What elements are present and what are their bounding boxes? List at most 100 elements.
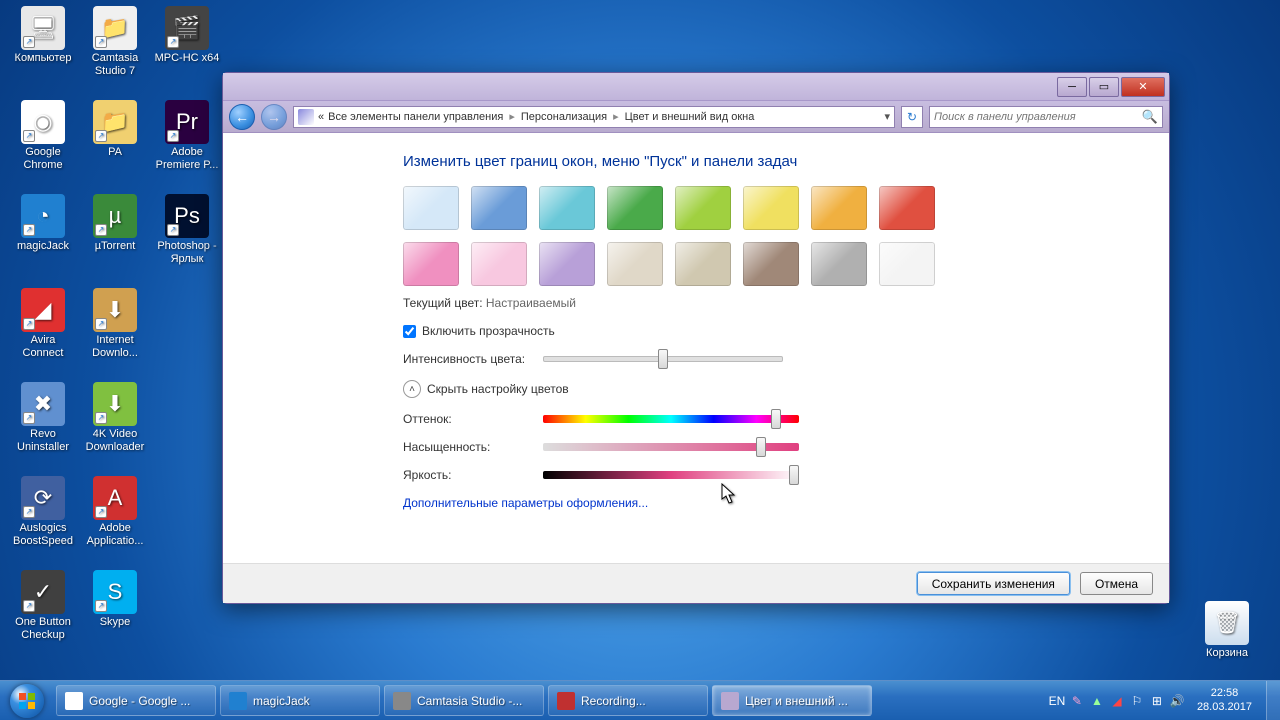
color-swatch[interactable] — [471, 242, 527, 286]
shortcut-overlay-icon: ↗ — [23, 506, 35, 518]
color-swatch[interactable] — [743, 186, 799, 230]
window-titlebar[interactable]: ─ ▭ ✕ — [223, 73, 1169, 101]
slider-thumb[interactable] — [756, 437, 766, 457]
shortcut-overlay-icon: ↗ — [23, 224, 35, 236]
desktop-icon[interactable]: ⬇↗Internet Downlo... — [82, 288, 148, 359]
breadcrumb-item[interactable]: Цвет и внешний вид окна — [625, 111, 755, 123]
tray-flag-icon[interactable]: ⚐ — [1129, 693, 1145, 709]
system-tray: EN ✎ ▲ ◢ ⚐ ⊞ 🔊 22:58 28.03.2017 — [1043, 681, 1266, 720]
desktop-icon[interactable]: S↗Skype — [82, 570, 148, 629]
color-swatch[interactable] — [879, 186, 935, 230]
taskbar-button[interactable]: Google - Google ... — [56, 685, 216, 716]
minimize-button[interactable]: ─ — [1057, 77, 1087, 97]
forward-button[interactable]: → — [261, 104, 287, 130]
color-mixer-toggle[interactable]: ˄ Скрыть настройку цветов — [403, 380, 1141, 398]
lightness-slider[interactable] — [543, 471, 799, 479]
tray-avira-icon[interactable]: ◢ — [1109, 693, 1125, 709]
show-desktop-button[interactable] — [1266, 681, 1280, 720]
transparency-row[interactable]: Включить прозрачность — [403, 324, 1141, 338]
lightness-row: Яркость: — [403, 468, 1141, 482]
address-bar[interactable]: « Все элементы панели управления ▸ Персо… — [293, 106, 895, 128]
current-color-label: Текущий цвет: — [403, 296, 483, 310]
tray-icon[interactable]: ✎ — [1069, 693, 1085, 709]
desktop-icon-label: Корзина — [1194, 647, 1260, 660]
advanced-appearance-link[interactable]: Дополнительные параметры оформления... — [403, 496, 1141, 510]
shortcut-overlay-icon: ↗ — [95, 600, 107, 612]
address-dropdown-icon[interactable]: ▾ — [884, 110, 890, 123]
refresh-button[interactable]: ↻ — [901, 106, 923, 128]
tray-clock[interactable]: 22:58 28.03.2017 — [1189, 687, 1260, 713]
transparency-label: Включить прозрачность — [422, 324, 555, 338]
current-color: Текущий цвет: Настраиваемый — [403, 296, 1141, 310]
color-swatch[interactable] — [811, 186, 867, 230]
back-button[interactable]: ← — [229, 104, 255, 130]
slider-thumb[interactable] — [771, 409, 781, 429]
desktop-icon[interactable]: ◢↗Avira Connect — [10, 288, 76, 359]
desktop-icon[interactable]: 📁↗PA — [82, 100, 148, 159]
color-swatch[interactable] — [539, 186, 595, 230]
desktop-icon[interactable]: ⟳↗Auslogics BoostSpeed — [10, 476, 76, 547]
desktop-icon[interactable]: 📁↗Camtasia Studio 7 — [82, 6, 148, 77]
shortcut-overlay-icon: ↗ — [167, 130, 179, 142]
close-button[interactable]: ✕ — [1121, 77, 1165, 97]
cancel-button[interactable]: Отмена — [1080, 572, 1153, 595]
search-icon[interactable]: 🔍 — [1142, 109, 1158, 125]
shortcut-overlay-icon: ↗ — [23, 600, 35, 612]
color-swatch[interactable] — [743, 242, 799, 286]
desktop-icon[interactable]: ⬇↗4K Video Downloader — [82, 382, 148, 453]
color-swatch[interactable] — [675, 186, 731, 230]
color-swatch[interactable] — [471, 186, 527, 230]
tray-volume-icon[interactable]: 🔊 — [1169, 693, 1185, 709]
desktop-icon[interactable]: Pr↗Adobe Premiere P... — [154, 100, 220, 171]
app-icon: ⟳↗ — [21, 476, 65, 520]
slider-thumb[interactable] — [789, 465, 799, 485]
desktop-icon[interactable]: ✓↗One Button Checkup — [10, 570, 76, 641]
tray-icon[interactable]: ▲ — [1089, 693, 1105, 709]
start-button[interactable] — [0, 681, 54, 720]
color-swatch[interactable] — [607, 186, 663, 230]
desktop-icon[interactable]: µ↗µTorrent — [82, 194, 148, 253]
desktop-icon[interactable]: ◉↗Google Chrome — [10, 100, 76, 171]
tray-lang[interactable]: EN — [1049, 693, 1065, 709]
maximize-button[interactable]: ▭ — [1089, 77, 1119, 97]
search-input[interactable] — [934, 111, 1142, 123]
color-swatch[interactable] — [811, 242, 867, 286]
tray-network-icon[interactable]: ⊞ — [1149, 693, 1165, 709]
desktop-icon-label: MPC-HC x64 — [154, 52, 220, 65]
taskbar-button-label: Camtasia Studio -... — [417, 694, 522, 708]
taskbar-button[interactable]: Camtasia Studio -... — [384, 685, 544, 716]
window-body: Изменить цвет границ окон, меню "Пуск" и… — [223, 133, 1169, 563]
hue-slider[interactable] — [543, 415, 799, 423]
color-swatch[interactable] — [675, 242, 731, 286]
intensity-slider[interactable] — [543, 356, 783, 362]
desktop-icon[interactable]: 🎬↗MPC-HC x64 — [154, 6, 220, 65]
color-swatch[interactable] — [403, 186, 459, 230]
save-button[interactable]: Сохранить изменения — [917, 572, 1070, 595]
transparency-checkbox[interactable] — [403, 325, 416, 338]
desktop-icon[interactable]: A↗Adobe Applicatio... — [82, 476, 148, 547]
desktop-icon-label: Adobe Applicatio... — [82, 522, 148, 547]
app-icon: 📁↗ — [93, 6, 137, 50]
desktop-icon-label: 4K Video Downloader — [82, 428, 148, 453]
desktop-icon-recycle-bin[interactable]: 🗑 Корзина — [1194, 601, 1260, 660]
app-icon: 📁↗ — [93, 100, 137, 144]
color-swatch[interactable] — [607, 242, 663, 286]
color-swatch[interactable] — [403, 242, 459, 286]
slider-thumb[interactable] — [658, 349, 668, 369]
color-swatch[interactable] — [879, 242, 935, 286]
shortcut-overlay-icon: ↗ — [23, 318, 35, 330]
desktop-icon[interactable]: ◔↗magicJack — [10, 194, 76, 253]
desktop-icon[interactable]: 🖥↗Компьютер — [10, 6, 76, 65]
search-box[interactable]: 🔍 — [929, 106, 1163, 128]
taskbar-button-label: Recording... — [581, 694, 646, 708]
saturation-slider[interactable] — [543, 443, 799, 451]
desktop-icon[interactable]: ✖↗Revo Uninstaller — [10, 382, 76, 453]
desktop-icon[interactable]: Ps↗Photoshop - Ярлык — [154, 194, 220, 265]
breadcrumb-item[interactable]: Все элементы панели управления — [328, 111, 503, 123]
taskbar-button[interactable]: Цвет и внешний ... — [712, 685, 872, 716]
taskbar-button[interactable]: Recording... — [548, 685, 708, 716]
taskbar-button[interactable]: magicJack — [220, 685, 380, 716]
desktop-icon-label: Skype — [82, 616, 148, 629]
breadcrumb-item[interactable]: Персонализация — [521, 111, 607, 123]
color-swatch[interactable] — [539, 242, 595, 286]
